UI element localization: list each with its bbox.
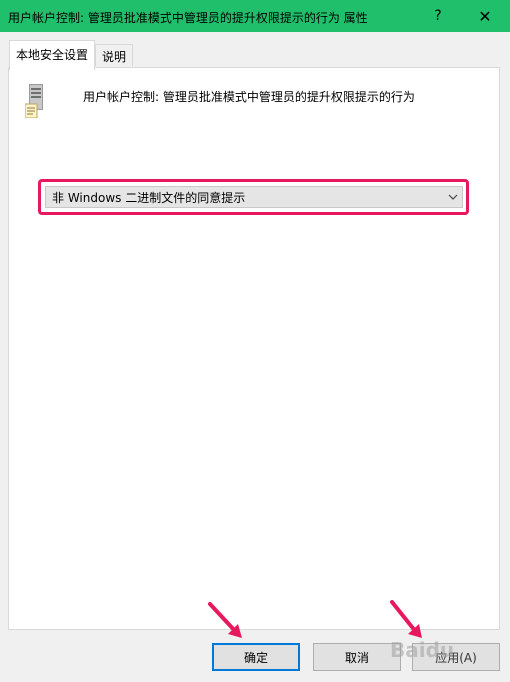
- ok-button[interactable]: 确定: [212, 643, 300, 671]
- window-title: 用户帐户控制: 管理员批准模式中管理员的提升权限提示的行为 属性: [8, 11, 368, 25]
- tab-panel: 用户帐户控制: 管理员批准模式中管理员的提升权限提示的行为 非 Windows …: [8, 67, 500, 630]
- cancel-button[interactable]: 取消: [313, 643, 401, 671]
- help-button[interactable]: ?: [420, 0, 456, 32]
- server-policy-icon: [25, 84, 43, 118]
- dropdown-selected-value: 非 Windows 二进制文件的同意提示: [52, 190, 246, 205]
- behavior-dropdown[interactable]: 非 Windows 二进制文件的同意提示: [45, 186, 463, 208]
- close-button[interactable]: ✕: [462, 0, 508, 32]
- tab-strip: 本地安全设置 说明: [9, 40, 134, 70]
- chevron-down-icon: [444, 194, 462, 200]
- tab-local-security-setting[interactable]: 本地安全设置: [9, 40, 96, 70]
- annotation-arrow-icon: [208, 602, 242, 638]
- annotation-arrow-icon: [390, 600, 422, 638]
- policy-name: 用户帐户控制: 管理员批准模式中管理员的提升权限提示的行为: [83, 90, 415, 104]
- title-bar[interactable]: 用户帐户控制: 管理员批准模式中管理员的提升权限提示的行为 属性 ? ✕: [0, 0, 510, 32]
- tab-explain[interactable]: 说明: [95, 44, 134, 66]
